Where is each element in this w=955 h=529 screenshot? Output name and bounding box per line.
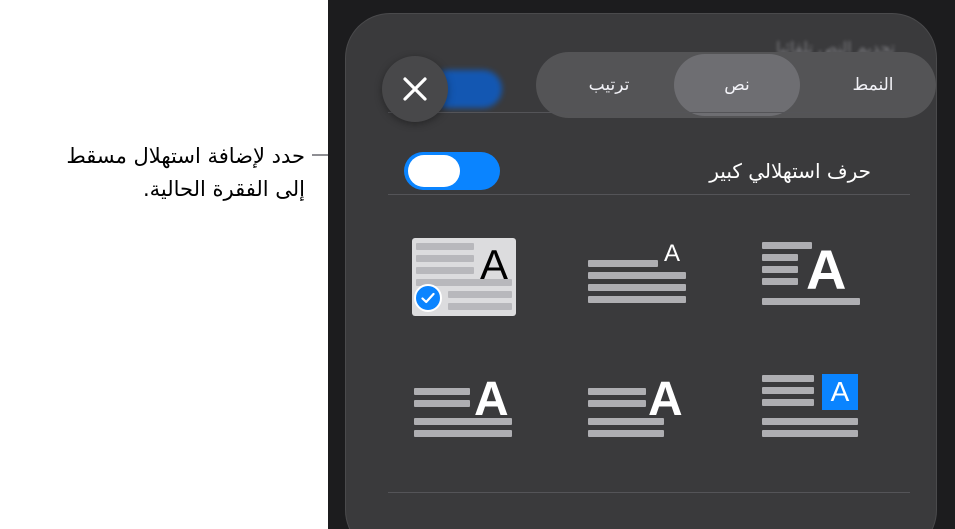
close-icon bbox=[403, 77, 427, 101]
drop-cap-style-inset-box[interactable]: A bbox=[412, 238, 516, 316]
callout-line-1: حدد لإضافة استهلال مسقط bbox=[66, 144, 305, 168]
drop-cap-style-dropped-large[interactable]: A bbox=[760, 238, 864, 316]
drop-cap-letter: A bbox=[664, 240, 681, 267]
drop-cap-letter: A bbox=[806, 238, 847, 301]
close-button[interactable] bbox=[382, 56, 448, 122]
selected-checkmark-icon bbox=[414, 284, 442, 312]
tab-text[interactable]: نص bbox=[682, 52, 792, 118]
drop-cap-style-raised-right[interactable]: A bbox=[586, 372, 690, 450]
drop-cap-style-boxed-blue[interactable]: A bbox=[760, 372, 864, 450]
drop-cap-letter: A bbox=[474, 373, 509, 426]
divider-bottom bbox=[388, 492, 910, 493]
drop-cap-style-raised-small[interactable]: A bbox=[586, 238, 690, 316]
drop-cap-toggle[interactable] bbox=[404, 152, 500, 190]
tab-segmented-control: ترتيب نص النمط bbox=[536, 52, 936, 118]
callout-line-2: إلى الفقرة الحالية. bbox=[142, 176, 305, 201]
drop-cap-letter: A bbox=[480, 241, 509, 288]
divider-top bbox=[388, 112, 910, 113]
drop-cap-label: حرف استهلالي كبير bbox=[709, 159, 871, 183]
drop-cap-style-dropped-right[interactable]: A bbox=[412, 372, 516, 450]
tab-style[interactable]: النمط bbox=[818, 52, 928, 118]
drop-cap-letter-boxed: A bbox=[822, 374, 858, 410]
tab-arrange[interactable]: ترتيب bbox=[554, 52, 664, 118]
callout-text: حدد لإضافة استهلال مسقط إلى الفقرة الحال… bbox=[5, 140, 305, 205]
toggle-knob bbox=[408, 155, 460, 187]
device-screen: تحديم النص تلقائيا ترتيب نص النمط حرف اس… bbox=[328, 0, 955, 529]
format-panel: تحديم النص تلقائيا ترتيب نص النمط حرف اس… bbox=[346, 14, 936, 529]
divider-middle bbox=[388, 194, 910, 195]
drop-cap-letter: A bbox=[648, 373, 683, 426]
